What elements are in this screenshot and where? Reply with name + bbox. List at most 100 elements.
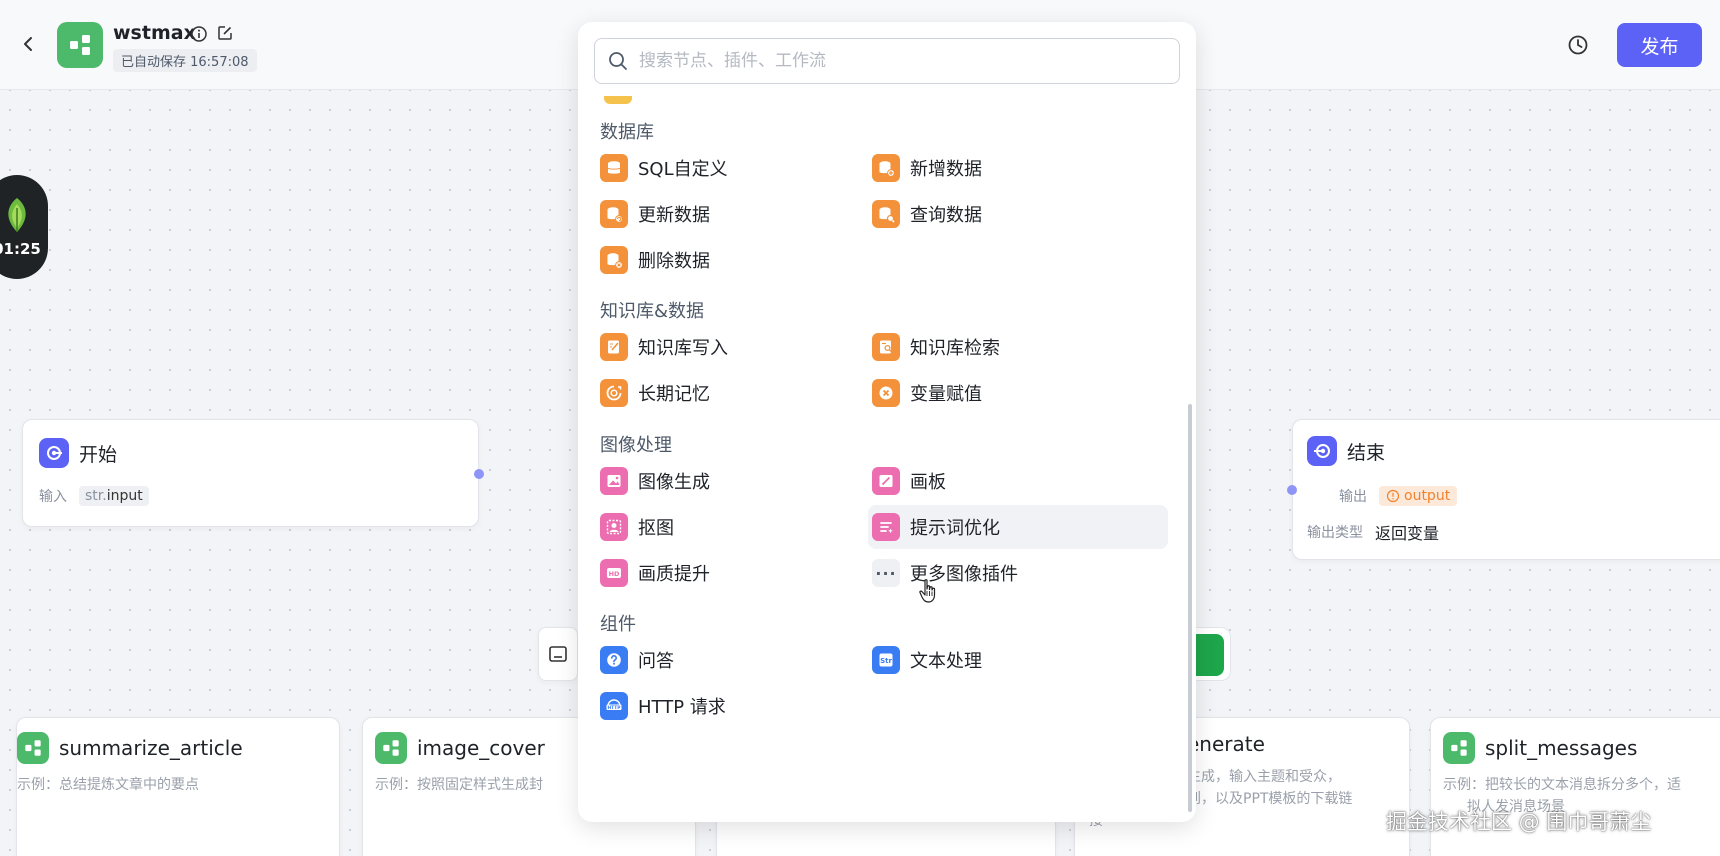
end-input-port[interactable] bbox=[1287, 485, 1297, 495]
search-icon bbox=[609, 52, 627, 70]
param-type-prefix: str. bbox=[85, 488, 107, 504]
cutout-icon bbox=[600, 513, 628, 541]
plugin-card-title: image_cover bbox=[417, 736, 545, 760]
start-output-port[interactable] bbox=[474, 469, 484, 479]
edit-icon[interactable] bbox=[216, 24, 234, 42]
plugin-icon bbox=[1443, 732, 1475, 764]
http-icon: HTTP bbox=[600, 692, 628, 720]
start-node[interactable]: 开始 输入 str.input bbox=[22, 419, 484, 527]
start-node-icon bbox=[39, 438, 69, 468]
menu-item-label: 知识库写入 bbox=[638, 338, 728, 359]
end-output-type-value: 返回变量 bbox=[1375, 524, 1440, 543]
end-output-label: 输出 bbox=[1339, 489, 1367, 505]
plugin-card-desc: 示例：总结提炼文章中的要点 bbox=[17, 777, 199, 793]
knowledge-search-icon bbox=[872, 333, 900, 361]
search-input[interactable] bbox=[639, 51, 1159, 71]
param-name: input bbox=[106, 488, 143, 504]
publish-button[interactable]: 发布 bbox=[1617, 23, 1702, 67]
svg-text:Str: Str bbox=[880, 657, 892, 665]
plugin-card-title: summarize_article bbox=[59, 736, 243, 760]
menu-item-http-request[interactable]: HTTP HTTP 请求 bbox=[578, 684, 868, 728]
question-icon bbox=[600, 646, 628, 674]
menu-item-label: 文本处理 bbox=[910, 651, 982, 672]
end-node-title: 结束 bbox=[1347, 441, 1386, 464]
section-title-image: 图像处理 bbox=[600, 435, 672, 456]
menu-item-label: 提示词优化 bbox=[910, 518, 1000, 539]
menu-item-sql-custom[interactable]: SQL自定义 bbox=[578, 146, 868, 190]
menu-item-label: 新增数据 bbox=[910, 159, 982, 180]
plugin-icon bbox=[17, 732, 49, 764]
menu-item-prompt-optimize[interactable]: 提示词优化 bbox=[868, 505, 1168, 549]
prompt-optimize-icon bbox=[872, 513, 900, 541]
output-variable-tag: output bbox=[1379, 486, 1458, 506]
knowledge-write-icon bbox=[600, 333, 628, 361]
menu-item-canvas[interactable]: 画板 bbox=[868, 459, 1168, 503]
section-title-database: 数据库 bbox=[600, 122, 654, 143]
database-update-icon bbox=[600, 200, 628, 228]
menu-item-label: SQL自定义 bbox=[638, 159, 728, 180]
plugin-card-desc: 示例：把较长的文本消息拆分多个，适 bbox=[1443, 777, 1681, 793]
menu-item-quality-upscale[interactable]: HD 画质提升 bbox=[578, 551, 868, 595]
menu-item-label: 删除数据 bbox=[638, 251, 710, 272]
menu-item-image-generate[interactable]: 图像生成 bbox=[578, 459, 868, 503]
menu-item-label: 变量赋值 bbox=[910, 384, 982, 405]
end-node[interactable]: 结束 输出 output 输出类型 返回变量 bbox=[1287, 419, 1720, 560]
menu-item-query-data[interactable]: 查询数据 bbox=[868, 192, 1168, 236]
database-search-icon bbox=[872, 200, 900, 228]
back-icon[interactable] bbox=[16, 30, 40, 58]
menu-item-long-memory[interactable]: 长期记忆 bbox=[578, 371, 868, 415]
popup-scrollbar[interactable] bbox=[1188, 404, 1192, 812]
menu-item-qa[interactable]: 问答 bbox=[578, 638, 868, 682]
menu-item-label: 画质提升 bbox=[638, 564, 710, 585]
text-processing-icon: Str bbox=[872, 646, 900, 674]
scrolled-item-fragment bbox=[604, 96, 632, 104]
hd-icon: HD bbox=[600, 559, 628, 587]
output-tag-text: output bbox=[1404, 488, 1451, 504]
database-delete-icon bbox=[600, 246, 628, 274]
menu-item-variable-assign[interactable]: 变量赋值 bbox=[868, 371, 1168, 415]
menu-item-add-data[interactable]: 新增数据 bbox=[868, 146, 1168, 190]
leaf-logo-icon bbox=[8, 198, 26, 232]
plugin-card-summarize[interactable]: summarize_article 示例：总结提炼文章中的要点 bbox=[16, 717, 340, 856]
database-icon bbox=[600, 154, 628, 182]
svg-text:HTTP: HTTP bbox=[608, 705, 622, 711]
info-icon[interactable] bbox=[190, 25, 208, 43]
app-logo-icon bbox=[57, 22, 103, 68]
image-generate-icon bbox=[600, 467, 628, 495]
variable-icon bbox=[872, 379, 900, 407]
menu-item-label: 图像生成 bbox=[638, 472, 710, 493]
menu-item-more-image-plugins[interactable]: ··· 更多图像插件 bbox=[868, 551, 1168, 595]
menu-item-text-processing[interactable]: Str 文本处理 bbox=[868, 638, 1168, 682]
menu-item-label: 查询数据 bbox=[910, 205, 982, 226]
menu-item-knowledge-search[interactable]: 知识库检索 bbox=[868, 325, 1168, 369]
menu-item-delete-data[interactable]: 删除数据 bbox=[578, 238, 868, 282]
warning-icon bbox=[1386, 489, 1400, 503]
database-add-icon bbox=[872, 154, 900, 182]
start-input-label: 输入 bbox=[39, 489, 67, 505]
start-node-title: 开始 bbox=[79, 443, 118, 466]
start-input-param: str.input bbox=[79, 486, 149, 506]
plugin-card-title: split_messages bbox=[1485, 736, 1638, 760]
menu-item-knowledge-write[interactable]: 知识库写入 bbox=[578, 325, 868, 369]
panel-icon bbox=[549, 646, 567, 662]
search-box[interactable] bbox=[594, 38, 1180, 84]
menu-item-label: HTTP 请求 bbox=[638, 697, 726, 718]
app-name: wstmax bbox=[113, 22, 196, 44]
menu-item-label: 更新数据 bbox=[638, 205, 710, 226]
section-title-components: 组件 bbox=[600, 614, 636, 635]
canvas-icon bbox=[872, 467, 900, 495]
timer-text: 01:25 bbox=[0, 240, 41, 258]
memory-icon bbox=[600, 379, 628, 407]
history-icon[interactable] bbox=[1566, 33, 1590, 57]
collapsed-node[interactable] bbox=[538, 627, 578, 681]
menu-item-label: 长期记忆 bbox=[638, 384, 710, 405]
autosave-status: 已自动保存 16:57:08 bbox=[113, 49, 257, 72]
watermark: 掘金技术社区 @ 围巾哥萧尘 bbox=[1386, 810, 1652, 834]
timer-widget[interactable]: 01:25 bbox=[0, 175, 48, 279]
end-output-type-label: 输出类型 bbox=[1307, 525, 1363, 541]
menu-item-label: 画板 bbox=[910, 472, 946, 493]
node-picker-popup: 数据库 SQL自定义 新增数据 更新数据 查询数据 删除数据 知识库&数据 知识… bbox=[578, 22, 1196, 822]
menu-item-cutout[interactable]: 抠图 bbox=[578, 505, 868, 549]
svg-text:HD: HD bbox=[609, 570, 620, 578]
menu-item-update-data[interactable]: 更新数据 bbox=[578, 192, 868, 236]
